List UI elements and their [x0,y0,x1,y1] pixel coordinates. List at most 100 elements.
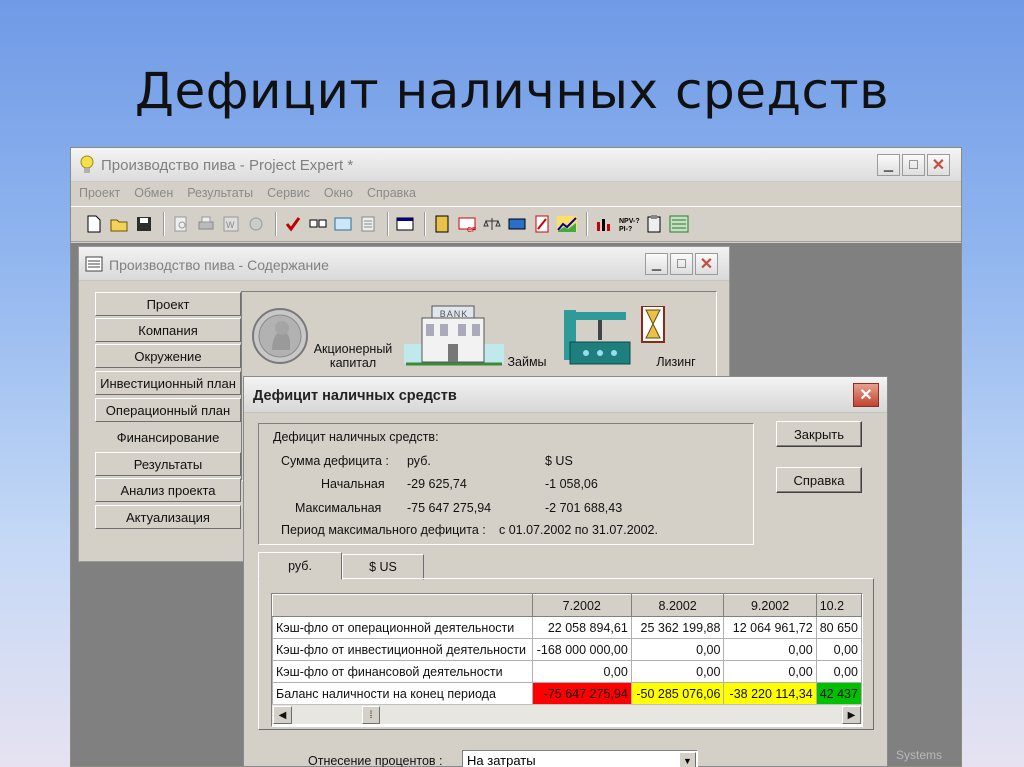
nav-company[interactable]: Компания [95,318,241,342]
menu-help[interactable]: Справка [367,182,416,204]
content-window-titlebar: Производство пива - Содержание ▁ ☐ ✕ [79,247,729,281]
svg-text:NPV-?: NPV-? [619,218,640,225]
loans-label: Займы [507,355,547,369]
toolbar-separator [424,212,426,236]
save-icon[interactable] [133,213,155,235]
scroll-right-icon[interactable]: ▶ [842,706,861,724]
svg-text:CF: CF [467,227,476,233]
content-close-button[interactable]: ✕ [695,253,718,275]
table-cell[interactable]: 12 064 961,72 [723,616,817,639]
nav-environment[interactable]: Окружение [95,344,241,368]
horizontal-scrollbar[interactable]: ◀ ⁞ ▶ [272,704,862,724]
table-cell[interactable]: -168 000 000,00 [531,638,632,661]
currency-usd-label: $ US [545,454,573,468]
new-file-icon[interactable] [83,213,105,235]
menu-exchange[interactable]: Обмен [134,182,173,204]
minimize-button[interactable]: ▁ [877,154,900,176]
content-maximize-button[interactable]: ☐ [670,253,693,275]
chart-icon[interactable] [556,213,578,235]
scroll-left-icon[interactable]: ◀ [273,706,292,724]
notes-icon[interactable] [357,213,379,235]
column-header[interactable]: 9.2002 [723,594,817,617]
table-cell[interactable]: 0,00 [630,638,725,661]
tab-rub[interactable]: руб. [258,552,342,580]
bar-chart-icon[interactable] [593,213,615,235]
leasing-label: Лизинг [656,355,696,369]
open-folder-icon[interactable] [108,213,130,235]
column-header[interactable]: 7.2002 [531,594,632,617]
svg-text:PI-?: PI-? [619,226,632,233]
dialog-close-icon[interactable]: ✕ [853,383,879,407]
table-row: Кэш-фло от операционной деятельности 22 … [272,616,862,639]
table-cell[interactable]: 22 058 894,61 [531,616,632,639]
column-header[interactable]: 10.2 [815,594,862,617]
initial-usd-value: -1 058,06 [545,477,598,491]
table-cell[interactable]: 0,00 [815,638,862,661]
row-label: Баланс наличности на конец периода [272,682,533,705]
money-icon[interactable] [506,213,528,235]
nav-results[interactable]: Результаты [95,452,241,476]
nav-investment-plan[interactable]: Инвестиционный план [95,371,241,395]
balance-cell[interactable]: -50 285 076,06 [630,682,725,705]
preview-icon[interactable] [170,213,192,235]
sum-label: Сумма дефицита : [281,454,389,468]
nav-project[interactable]: Проект [95,292,241,316]
interest-label: Отнесение процентов : [308,754,443,767]
nav-operational-plan[interactable]: Операционный план [95,398,241,422]
content-minimize-button[interactable]: ▁ [645,253,668,275]
bank-sign-label: BANK [439,309,469,319]
dialog-title: Дефицит наличных средств [253,388,457,404]
table-corner-cell [272,594,533,617]
table-cell[interactable]: 0,00 [723,660,817,683]
analysis-icon[interactable] [668,213,690,235]
max-label: Максимальная [295,501,382,515]
nav-project-analysis[interactable]: Анализ проекта [95,478,241,502]
cashflow-icon[interactable]: CF [456,213,478,235]
tab-usd[interactable]: $ US [342,554,424,580]
max-usd-value: -2 701 688,43 [545,501,623,515]
close-button[interactable]: ✕ [927,154,950,176]
balance-scale-icon[interactable] [481,213,503,235]
balance-cell[interactable]: -38 220 114,34 [723,682,817,705]
print-icon[interactable] [195,213,217,235]
help-button[interactable]: Справка [776,467,862,493]
svg-text:W: W [226,220,235,230]
calculate-icon[interactable] [332,213,354,235]
word-doc-icon[interactable]: W [220,213,242,235]
check-icon[interactable] [282,213,304,235]
table-icon[interactable] [394,213,416,235]
export-icon[interactable] [245,213,267,235]
clipboard-icon[interactable] [643,213,665,235]
nav-actualization[interactable]: Актуализация [95,505,241,529]
toolbar: W CF NPV-? PI-? [71,206,961,242]
equity-coin-icon[interactable] [250,306,310,371]
maximize-button[interactable]: ☐ [902,154,925,176]
table-cell[interactable]: 25 362 199,88 [630,616,725,639]
table-cell[interactable]: 0,00 [630,660,725,683]
balance-cell[interactable]: 42 437 [815,682,862,705]
menu-service[interactable]: Сервис [267,182,310,204]
nav-financing[interactable]: Финансирование [95,425,241,449]
close-dialog-button[interactable]: Закрыть [776,421,862,447]
npv-pi-icon[interactable]: NPV-? PI-? [618,213,640,235]
table-cell[interactable]: 0,00 [815,660,862,683]
menu-window[interactable]: Окно [324,182,353,204]
period-label: Период максимального дефицита : [281,523,486,537]
table-cell[interactable]: 80 650 [815,616,862,639]
table-cell[interactable]: 0,00 [723,638,817,661]
scroll-thumb[interactable]: ⁞ [362,706,380,724]
checklist-icon[interactable] [307,213,329,235]
table-header-row: 7.2002 8.2002 9.2002 10.2 [272,594,862,617]
tab-panel: 7.2002 8.2002 9.2002 10.2 Кэш-фло от опе… [258,578,874,730]
income-report-icon[interactable] [531,213,553,235]
chevron-down-icon[interactable]: ▼ [679,752,696,767]
menu-results[interactable]: Результаты [187,182,253,204]
report-icon[interactable] [431,213,453,235]
balance-cell[interactable]: -75 647 275,94 [531,682,632,705]
menu-project[interactable]: Проект [79,182,120,204]
column-header[interactable]: 8.2002 [630,594,725,617]
table-cell[interactable]: 0,00 [531,660,632,683]
toolbar-separator [387,212,389,236]
content-list-icon [85,256,103,277]
interest-select[interactable]: На затраты ▼ [462,750,698,767]
